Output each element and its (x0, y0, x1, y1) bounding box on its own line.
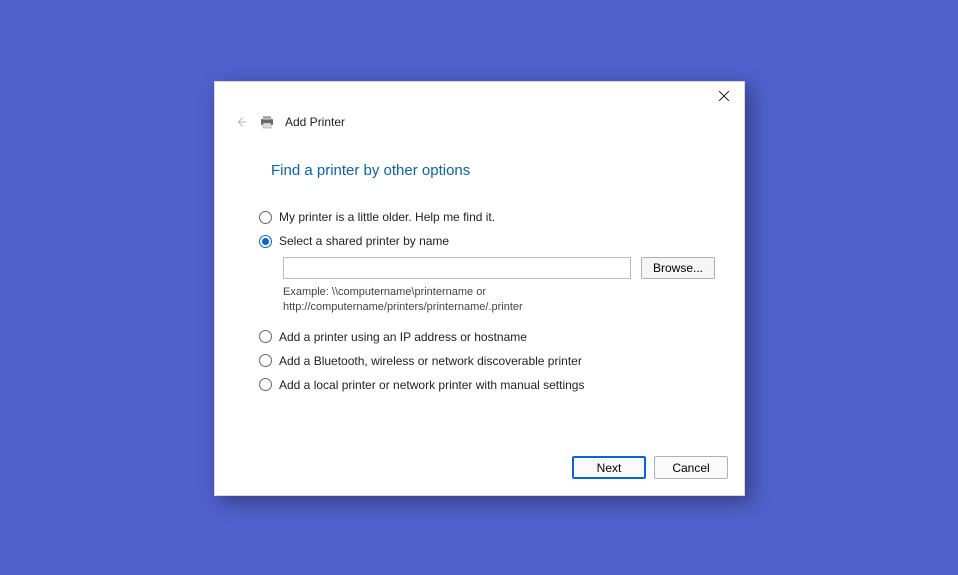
option-label: Add a Bluetooth, wireless or network dis… (279, 354, 582, 368)
radio-icon (259, 378, 272, 391)
option-ip-hostname[interactable]: Add a printer using an IP address or hos… (259, 325, 744, 349)
option-label: Add a printer using an IP address or hos… (279, 330, 527, 344)
browse-button[interactable]: Browse... (641, 257, 715, 279)
option-shared-by-name[interactable]: Select a shared printer by name (259, 229, 744, 253)
close-button[interactable] (704, 82, 744, 110)
page-title: Find a printer by other options (215, 132, 744, 205)
option-label: My printer is a little older. Help me fi… (279, 210, 495, 224)
radio-icon (259, 354, 272, 367)
radio-icon (259, 235, 272, 248)
next-button[interactable]: Next (572, 456, 646, 479)
shared-printer-subblock: Browse... Example: \\computername\printe… (259, 253, 744, 325)
cancel-button[interactable]: Cancel (654, 456, 728, 479)
close-icon (719, 91, 729, 101)
input-row: Browse... (283, 257, 744, 279)
option-local-manual[interactable]: Add a local printer or network printer w… (259, 373, 744, 397)
add-printer-dialog: Add Printer Find a printer by other opti… (214, 81, 745, 496)
radio-icon (259, 330, 272, 343)
window-title: Add Printer (285, 115, 345, 129)
example-text: Example: \\computername\printername or h… (283, 279, 583, 315)
option-older-printer[interactable]: My printer is a little older. Help me fi… (259, 205, 744, 229)
option-label: Select a shared printer by name (279, 234, 449, 248)
back-button[interactable] (233, 114, 249, 130)
printer-path-input[interactable] (283, 257, 631, 279)
options-group: My printer is a little older. Help me fi… (215, 205, 744, 397)
dialog-footer: Next Cancel (572, 456, 728, 479)
option-label: Add a local printer or network printer w… (279, 378, 584, 392)
header-row: Add Printer (215, 112, 744, 132)
radio-icon (259, 211, 272, 224)
option-bluetooth-wireless[interactable]: Add a Bluetooth, wireless or network dis… (259, 349, 744, 373)
arrow-left-icon (234, 115, 248, 129)
titlebar (215, 82, 744, 112)
printer-icon (259, 115, 275, 129)
